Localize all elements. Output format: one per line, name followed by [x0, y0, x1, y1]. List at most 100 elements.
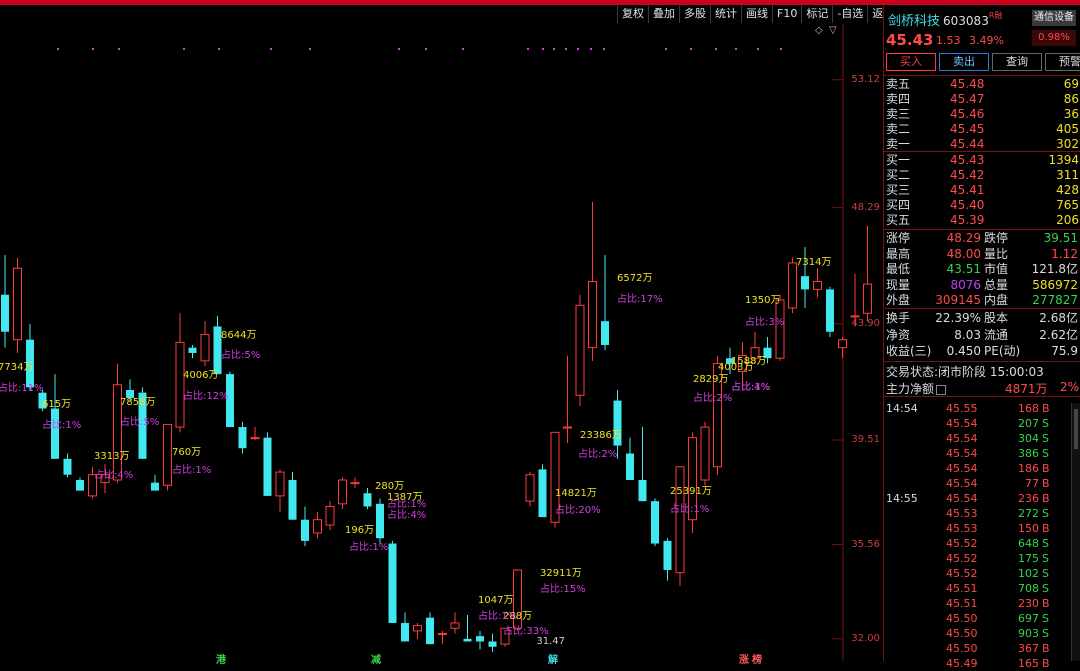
buy-order-row[interactable]: 买四 45.40 765: [884, 198, 1080, 213]
stat-value: 121.8亿: [1031, 262, 1078, 276]
scrollbar-thumb[interactable]: [1074, 409, 1078, 449]
tick-row[interactable]: 45.53 150 B: [884, 521, 1069, 536]
tick-row[interactable]: 45.54 186 B: [884, 461, 1069, 476]
tick-row[interactable]: 45.50 697 S: [884, 611, 1069, 626]
tick-row[interactable]: 45.51 230 B: [884, 596, 1069, 611]
tick-row[interactable]: 14:54 45.55 168 B: [884, 401, 1069, 416]
tick-flag: S: [1042, 432, 1049, 445]
tick-scrollbar[interactable]: [1071, 403, 1080, 661]
buy-button[interactable]: 买入: [886, 53, 936, 71]
tick-row[interactable]: 45.52 102 S: [884, 566, 1069, 581]
candle-body-down: [1, 294, 9, 332]
tick-volume: 150: [1018, 522, 1039, 535]
sell-button[interactable]: 卖出: [939, 53, 989, 71]
tick-row[interactable]: 45.49 165 B: [884, 656, 1069, 671]
fund-value: 2.68亿: [1039, 311, 1078, 325]
stat-value: 39.51: [1043, 231, 1078, 245]
tick-row[interactable]: 45.51 708 S: [884, 581, 1069, 596]
sell-order-row[interactable]: 卖三 45.46 36: [884, 107, 1080, 122]
order-volume: 302: [1056, 137, 1079, 151]
tick-row[interactable]: 45.52 175 S: [884, 551, 1069, 566]
candlestick-chart[interactable]: 7734万615万 7858万3313万 760万4006万8644万280万138…: [0, 24, 880, 661]
sell-order-row[interactable]: 卖四 45.47 86: [884, 92, 1080, 107]
candle-body-down: [476, 636, 484, 642]
main-flow-toggle-icon[interactable]: [936, 384, 947, 395]
tick-volume: 304: [1018, 432, 1039, 445]
order-volume: 86: [1063, 92, 1079, 106]
tick-flag: S: [1042, 612, 1049, 625]
price-change: 1.53: [936, 34, 961, 47]
stat-key: 量比: [984, 246, 1009, 261]
fund-key: 流通: [984, 327, 1009, 342]
buy-order-row[interactable]: 买二 45.42 311: [884, 168, 1080, 183]
event-marker[interactable]: 解: [548, 651, 558, 666]
ratio-annotation: 占比:15%: [540, 582, 586, 595]
stat-value: 48.00: [946, 246, 981, 261]
event-marker[interactable]: 榜: [752, 651, 762, 666]
volume-annotation: 3313万: [94, 451, 129, 462]
tick-volume: 386: [1018, 447, 1039, 460]
buy-order-row[interactable]: 买一 45.43 1394: [884, 153, 1080, 168]
signal-dot: [92, 48, 94, 50]
ratio-annotation: 占比:5%: [120, 415, 159, 428]
toolbar-item-5[interactable]: F10: [772, 5, 801, 23]
ratio-annotation: 占比:1%: [349, 540, 388, 553]
candle-body-up: [563, 426, 572, 429]
candle-body-down: [288, 480, 297, 520]
buy-order-row[interactable]: 买五 45.39 206: [884, 213, 1080, 228]
tick-row[interactable]: 45.52 648 S: [884, 536, 1069, 551]
ratio-annotation: 占比:1%: [478, 609, 517, 622]
toolbar-item-1[interactable]: 叠加: [648, 5, 679, 23]
order-volume: 69: [1063, 77, 1079, 91]
signal-dot: [527, 48, 529, 50]
candle-body-up: [250, 437, 260, 440]
tick-row[interactable]: 45.54 304 S: [884, 431, 1069, 446]
y-axis-label: 43.90: [851, 317, 880, 329]
tick-row[interactable]: 14:55 45.54 236 B: [884, 491, 1069, 506]
order-price: 45.46: [950, 107, 985, 121]
candle-body-down: [538, 469, 547, 518]
tick-flag: S: [1042, 627, 1049, 640]
buy-order-row[interactable]: 买三 45.41 428: [884, 183, 1080, 198]
order-price: 45.41: [950, 183, 985, 197]
sell-order-row[interactable]: 卖五 45.48 69: [884, 77, 1080, 92]
tick-row[interactable]: 45.54 386 S: [884, 446, 1069, 461]
candle-body-down: [638, 480, 647, 502]
ratio-annotation: 占比:3%: [745, 315, 784, 328]
fund-key: 换手: [886, 311, 911, 325]
tick-price: 45.53: [946, 522, 978, 535]
sell-order-row[interactable]: 卖二 45.45 405: [884, 122, 1080, 137]
stat-left: 最高 48.00: [886, 247, 981, 262]
stat-left: 最低 43.51: [886, 262, 981, 277]
tick-row[interactable]: 45.50 903 S: [884, 626, 1069, 641]
signal-dot: [757, 48, 759, 50]
tick-row[interactable]: 45.54 77 B: [884, 476, 1069, 491]
stat-right: 内盘 277827: [984, 293, 1078, 308]
stat-right: 跌停 39.51: [984, 231, 1078, 246]
tick-flag: B: [1042, 462, 1050, 475]
tick-flag: B: [1042, 642, 1050, 655]
event-marker[interactable]: 减: [371, 651, 381, 666]
query-button[interactable]: 查询: [992, 53, 1042, 71]
event-marker[interactable]: 港: [216, 651, 226, 666]
signal-dot: [780, 48, 782, 50]
volume-annotation: 6572万: [617, 273, 652, 284]
stat-key: 最低: [886, 262, 911, 276]
toolbar-item-6[interactable]: 标记: [801, 5, 832, 23]
sell-order-row[interactable]: 卖一 45.44 302: [884, 137, 1080, 152]
tick-row[interactable]: 45.54 207 S: [884, 416, 1069, 431]
candle-body-down: [463, 638, 472, 642]
candle-body-up: [700, 426, 710, 481]
toolbar-item-0[interactable]: 复权: [617, 5, 648, 23]
toolbar-item-7[interactable]: -自选: [832, 5, 867, 23]
toolbar-item-2[interactable]: 多股: [679, 5, 710, 23]
toolbar-item-3[interactable]: 统计: [710, 5, 741, 23]
candle-body-down: [388, 543, 397, 623]
tick-volume: 186: [1018, 462, 1039, 475]
event-marker[interactable]: 涨: [739, 651, 749, 666]
toolbar-item-4[interactable]: 画线: [741, 5, 772, 23]
tick-row[interactable]: 45.53 272 S: [884, 506, 1069, 521]
industry-badge[interactable]: 通信设备: [1032, 10, 1076, 26]
alert-button[interactable]: 预警: [1045, 53, 1080, 71]
tick-row[interactable]: 45.50 367 B: [884, 641, 1069, 656]
